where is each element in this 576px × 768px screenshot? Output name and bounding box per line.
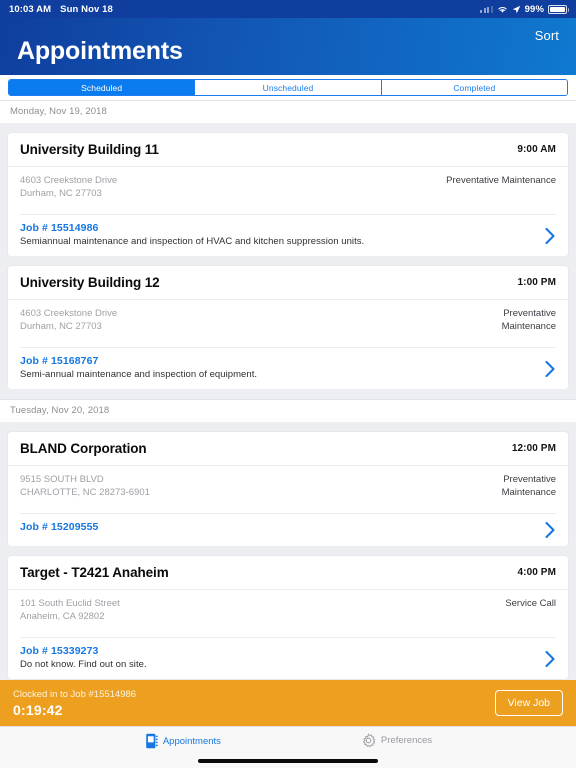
clocked-in-text: Clocked in to Job #15514986 0:19:42 — [13, 689, 136, 718]
appointment-card[interactable]: University Building 11 9:00 AM 4603 Cree… — [8, 133, 568, 256]
appointment-card-body: 4603 Creekstone Drive Durham, NC 27703 P… — [8, 300, 568, 347]
address-line-2: Anaheim, CA 92802 — [20, 611, 105, 623]
appointment-customer-name: Target - T2421 Anaheim — [20, 565, 169, 580]
battery-percent-label: 99% — [524, 3, 544, 15]
appointment-time: 4:00 PM — [517, 567, 556, 578]
appointment-card[interactable]: Target - T2421 Anaheim 4:00 PM 101 South… — [8, 556, 568, 679]
appointment-job-type: Preventative Maintenance — [446, 175, 556, 186]
appointment-card-body: 4603 Creekstone Drive Durham, NC 27703 P… — [8, 167, 568, 214]
address-line-2: Durham, NC 27703 — [20, 188, 102, 200]
appointment-address: 9515 SOUTH BLVD CHARLOTTE, NC 28273-6901 — [20, 473, 150, 499]
appointment-time: 9:00 AM — [517, 144, 556, 155]
status-bar: 10:03 AM Sun Nov 18 99% — [0, 0, 576, 18]
page-title: Appointments — [17, 37, 183, 65]
appointment-address: 101 South Euclid Street Anaheim, CA 9280… — [20, 597, 120, 623]
list-gap — [0, 123, 576, 133]
appointment-card[interactable]: BLAND Corporation 12:00 PM 9515 SOUTH BL… — [8, 432, 568, 546]
job-number-link[interactable]: Job # 15209555 — [20, 521, 556, 533]
app-root: 10:03 AM Sun Nov 18 99% Sort Appointment… — [0, 0, 576, 768]
chevron-right-icon[interactable] — [544, 227, 556, 245]
segment-unscheduled[interactable]: Unscheduled — [195, 80, 382, 95]
segmented-control[interactable]: Scheduled Unscheduled Completed — [8, 79, 568, 96]
job-number-link[interactable]: Job # 15168767 — [20, 355, 556, 367]
list-gap — [0, 389, 576, 399]
appointment-address: 4603 Creekstone Drive Durham, NC 27703 — [20, 307, 117, 333]
appointment-customer-name: University Building 11 — [20, 142, 159, 157]
appointment-card-footer[interactable]: Job # 15168767 Semi-annual maintenance a… — [20, 347, 556, 389]
status-bar-left: 10:03 AM Sun Nov 18 — [9, 4, 113, 15]
tab-preferences-label: Preferences — [380, 735, 433, 746]
address-line-2: Durham, NC 27703 — [20, 321, 102, 333]
appointment-card-header: University Building 11 9:00 AM — [8, 133, 568, 167]
address-line-1: 9515 SOUTH BLVD — [20, 474, 104, 485]
clocked-in-status: Clocked in to Job #15514986 — [13, 688, 137, 700]
job-number-link[interactable]: Job # 15514986 — [20, 222, 556, 234]
tab-preferences[interactable]: Preferences — [361, 733, 432, 748]
segmented-control-wrapper: Scheduled Unscheduled Completed — [0, 75, 576, 100]
job-description: Semi-annual maintenance and inspection o… — [20, 369, 258, 380]
address-line-1: 4603 Creekstone Drive — [20, 175, 118, 186]
status-bar-right: 99% — [480, 3, 569, 15]
appointment-card-footer[interactable]: Job # 15209555 — [20, 513, 556, 546]
appointment-card[interactable]: University Building 12 1:00 PM 4603 Cree… — [8, 266, 568, 389]
chevron-right-icon[interactable] — [544, 650, 556, 668]
status-bar-date: Sun Nov 18 — [60, 3, 113, 15]
appointment-customer-name: BLAND Corporation — [20, 441, 147, 456]
notebook-icon — [146, 733, 158, 749]
list-gap — [0, 256, 576, 266]
chevron-right-icon[interactable] — [544, 521, 556, 539]
wifi-icon — [497, 6, 507, 13]
appointments-list[interactable]: Monday, Nov 19, 2018 University Building… — [0, 100, 576, 680]
tab-appointments-label: Appointments — [162, 735, 221, 747]
appointment-customer-name: University Building 12 — [20, 275, 160, 290]
view-job-button[interactable]: View Job — [494, 690, 563, 716]
appointment-card-body: 9515 SOUTH BLVD CHARLOTTE, NC 28273-6901… — [8, 466, 568, 513]
appointment-job-type: Service Call — [505, 598, 556, 609]
tab-appointments[interactable]: Appointments — [144, 733, 221, 749]
appointment-card-footer[interactable]: Job # 15339273 Do not know. Find out on … — [20, 637, 556, 679]
tab-bar: Appointments Preferences — [0, 726, 576, 768]
appointment-card-header: University Building 12 1:00 PM — [8, 266, 568, 300]
appointment-card-footer[interactable]: Job # 15514986 Semiannual maintenance an… — [20, 214, 556, 256]
address-line-1: 4603 Creekstone Drive — [20, 308, 118, 319]
segment-completed[interactable]: Completed — [381, 80, 567, 95]
segment-scheduled[interactable]: Scheduled — [9, 80, 196, 95]
job-number-link[interactable]: Job # 15339273 — [20, 645, 556, 657]
job-description: Do not know. Find out on site. — [20, 659, 147, 670]
date-group-header: Tuesday, Nov 20, 2018 — [0, 399, 576, 422]
list-gap — [0, 546, 576, 556]
chevron-right-icon[interactable] — [544, 360, 556, 378]
appointment-time: 1:00 PM — [517, 277, 556, 288]
list-gap — [0, 422, 576, 432]
home-indicator — [198, 759, 378, 763]
page-header: Sort Appointments — [0, 18, 576, 75]
sort-button[interactable]: Sort — [535, 28, 559, 43]
date-group-header: Monday, Nov 19, 2018 — [0, 100, 576, 123]
location-arrow-icon — [512, 5, 520, 13]
gear-icon — [362, 733, 376, 748]
signal-dots-icon — [480, 5, 493, 13]
appointment-address: 4603 Creekstone Drive Durham, NC 27703 — [20, 174, 117, 200]
appointment-job-type: Preventative Maintenance — [501, 474, 556, 499]
appointment-card-header: BLAND Corporation 12:00 PM — [8, 432, 568, 466]
clocked-in-bar: Clocked in to Job #15514986 0:19:42 View… — [0, 680, 576, 726]
appointment-card-body: 101 South Euclid Street Anaheim, CA 9280… — [8, 590, 568, 637]
status-bar-time: 10:03 AM — [9, 3, 52, 15]
appointment-job-type: Preventative Maintenance — [501, 308, 556, 333]
clocked-in-elapsed-timer: 0:19:42 — [13, 701, 63, 718]
battery-icon — [548, 4, 569, 14]
job-description: Semiannual maintenance and inspection of… — [20, 236, 365, 247]
appointment-time: 12:00 PM — [511, 443, 556, 454]
appointment-card-header: Target - T2421 Anaheim 4:00 PM — [8, 556, 568, 590]
address-line-2: CHARLOTTE, NC 28273-6901 — [20, 487, 150, 499]
address-line-1: 101 South Euclid Street — [20, 598, 120, 609]
